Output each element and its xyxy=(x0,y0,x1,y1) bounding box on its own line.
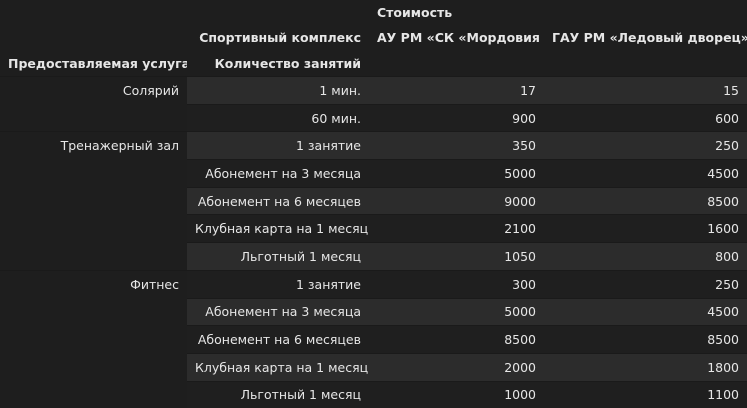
price-table: Стоимость Спортивный комплекс АУ РМ «СК … xyxy=(0,0,747,408)
price-complex-1-cell: 17 xyxy=(369,77,544,105)
duration-cell: Абонемент на 6 месяцев xyxy=(187,187,369,215)
duration-cell: Абонемент на 6 месяцев xyxy=(187,326,369,354)
price-complex-2-cell: 1800 xyxy=(544,353,747,381)
price-complex-2-cell: 8500 xyxy=(544,326,747,354)
price-complex-1-cell: 1050 xyxy=(369,243,544,271)
service-name: Солярий xyxy=(0,77,187,132)
header-sport-complex: Спортивный комплекс xyxy=(187,24,369,50)
header-sessions: Количество занятий xyxy=(187,50,369,77)
price-complex-2-cell: 4500 xyxy=(544,160,747,188)
price-complex-2-cell: 1600 xyxy=(544,215,747,243)
price-complex-1-cell: 5000 xyxy=(369,298,544,326)
header-row-complex: Спортивный комплекс АУ РМ «СК «Мордовия … xyxy=(0,24,747,50)
price-complex-2-cell: 600 xyxy=(544,104,747,132)
price-complex-2-cell: 8500 xyxy=(544,187,747,215)
price-complex-2-cell: 1100 xyxy=(544,381,747,408)
price-complex-1-cell: 2000 xyxy=(369,353,544,381)
header-cost: Стоимость xyxy=(369,0,544,24)
price-complex-1-cell: 300 xyxy=(369,270,544,298)
service-name: Тренажерный зал xyxy=(0,132,187,270)
price-complex-1-cell: 9000 xyxy=(369,187,544,215)
table-body: Солярий1 мин.171560 мин.900600Тренажерны… xyxy=(0,77,747,408)
header-blank xyxy=(544,0,747,24)
price-complex-1-cell: 8500 xyxy=(369,326,544,354)
header-blank xyxy=(369,50,544,77)
duration-cell: 60 мин. xyxy=(187,104,369,132)
price-complex-1-cell: 900 xyxy=(369,104,544,132)
header-complex-1: АУ РМ «СК «Мордовия xyxy=(369,24,544,50)
duration-cell: Льготный 1 месяц xyxy=(187,381,369,408)
price-complex-1-cell: 2100 xyxy=(369,215,544,243)
header-blank xyxy=(0,0,187,24)
price-complex-2-cell: 4500 xyxy=(544,298,747,326)
duration-cell: 1 занятие xyxy=(187,132,369,160)
table-row: Фитнес1 занятие300250 xyxy=(0,270,747,298)
table-row: Тренажерный зал1 занятие350250 xyxy=(0,132,747,160)
price-complex-2-cell: 15 xyxy=(544,77,747,105)
duration-cell: Абонемент на 3 месяца xyxy=(187,160,369,188)
header-blank xyxy=(0,24,187,50)
header-row-cost: Стоимость xyxy=(0,0,747,24)
header-service: Предоставляемая услуга xyxy=(0,50,187,77)
duration-cell: Льготный 1 месяц xyxy=(187,243,369,271)
price-complex-1-cell: 1000 xyxy=(369,381,544,408)
price-complex-1-cell: 350 xyxy=(369,132,544,160)
price-complex-2-cell: 800 xyxy=(544,243,747,271)
header-blank xyxy=(187,0,369,24)
header-blank xyxy=(544,50,747,77)
table-row: Солярий1 мин.1715 xyxy=(0,77,747,105)
duration-cell: 1 занятие xyxy=(187,270,369,298)
duration-cell: 1 мин. xyxy=(187,77,369,105)
price-complex-1-cell: 5000 xyxy=(369,160,544,188)
header-complex-2: ГАУ РМ «Ледовый дворец» xyxy=(544,24,747,50)
duration-cell: Клубная карта на 1 месяц xyxy=(187,353,369,381)
duration-cell: Абонемент на 3 месяца xyxy=(187,298,369,326)
table-header: Стоимость Спортивный комплекс АУ РМ «СК … xyxy=(0,0,747,77)
price-complex-2-cell: 250 xyxy=(544,270,747,298)
price-complex-2-cell: 250 xyxy=(544,132,747,160)
header-row-index: Предоставляемая услуга Количество заняти… xyxy=(0,50,747,77)
duration-cell: Клубная карта на 1 месяц xyxy=(187,215,369,243)
service-name: Фитнес xyxy=(0,270,187,408)
